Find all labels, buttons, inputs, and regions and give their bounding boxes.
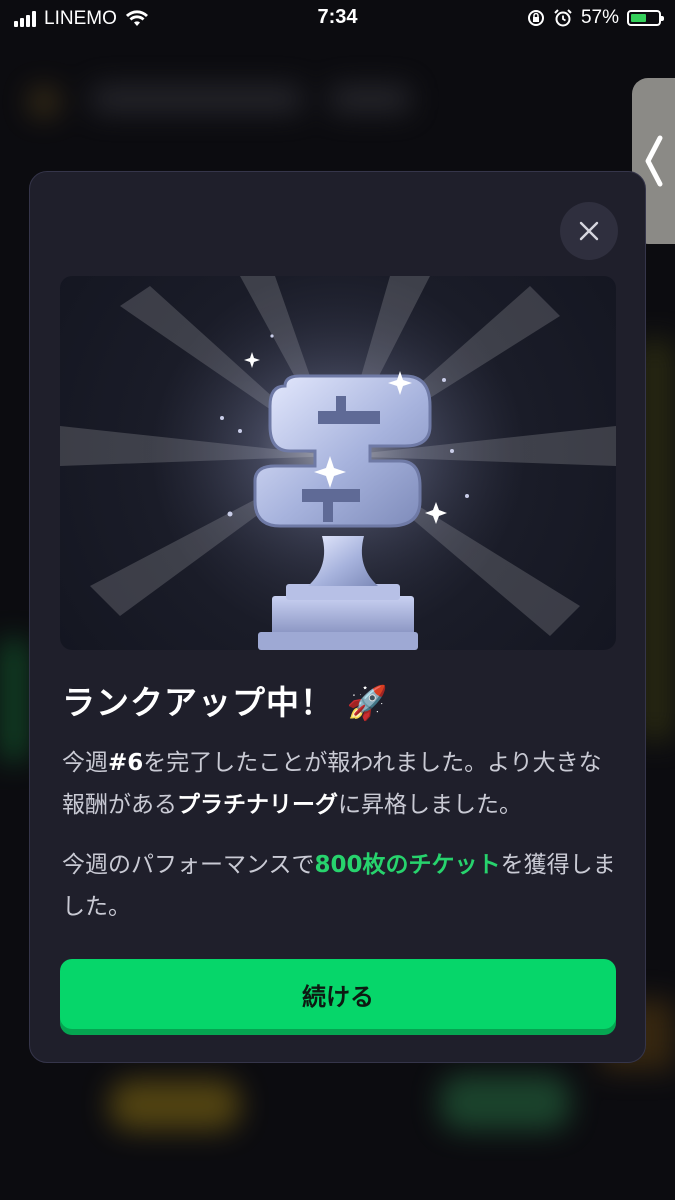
bg-app-header	[92, 86, 302, 112]
continue-button[interactable]: 続ける	[60, 959, 616, 1029]
bg-app-card-left	[0, 640, 28, 760]
close-button[interactable]	[560, 202, 618, 260]
battery-level-fill	[631, 14, 646, 22]
reward-amount: 800枚のチケット	[314, 852, 501, 878]
bg-app-item	[440, 1075, 570, 1130]
modal-title: ランクアップ中！ 🚀	[62, 676, 389, 724]
league-name: プラチナリーグ	[177, 792, 338, 818]
modal-title-text: ランクアップ中！	[62, 683, 334, 722]
bg-app-header-secondary	[330, 86, 410, 112]
rank-up-modal: ランクアップ中！ 🚀 今週#6を完了したことが報われました。より大きな報酬がある…	[29, 171, 646, 1063]
orientation-lock-icon	[527, 10, 544, 26]
promotion-suffix: に昇格しました。	[338, 792, 522, 818]
reward-message: 今週のパフォーマンスで800枚のチケットを獲得しました。	[62, 844, 622, 928]
close-icon	[579, 221, 599, 241]
promotion-message: 今週#6を完了したことが報われました。より大きな報酬があるプラチナリーグに昇格し…	[62, 742, 622, 826]
rank-value: #6	[108, 750, 144, 776]
bg-app-icon	[30, 88, 58, 116]
battery-percent: 57%	[580, 7, 619, 28]
status-right: 57%	[527, 7, 664, 29]
continue-button-label: 続ける	[302, 982, 374, 1011]
alarm-icon	[554, 9, 572, 27]
bg-app-item	[110, 1080, 240, 1130]
chevron-left-icon	[645, 135, 663, 187]
rocket-icon: 🚀	[346, 683, 389, 722]
battery-icon	[627, 10, 664, 26]
screen: LINEMO 7:34 57% ランクアップ中！ 🚀 今週#6を完了したことが報…	[0, 0, 675, 1200]
reward-prefix: 今週のパフォーマンスで	[62, 852, 315, 878]
trophy-illustration	[60, 276, 616, 650]
promotion-prefix: 今週	[62, 750, 108, 776]
status-bar: LINEMO 7:34 57%	[0, 0, 675, 38]
trophy-icon	[60, 276, 616, 650]
